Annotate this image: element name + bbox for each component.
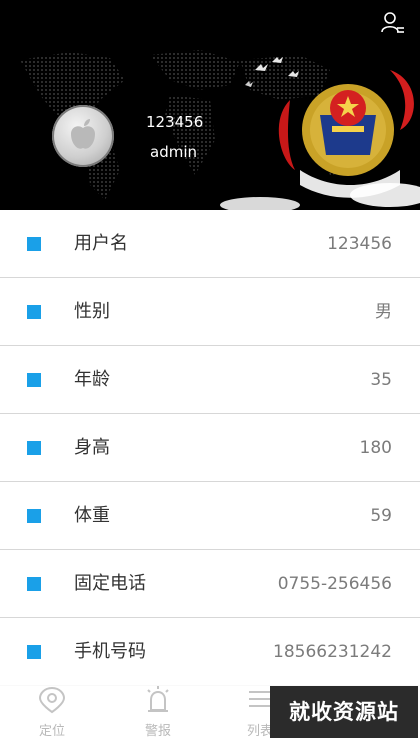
row-value: 35 [370, 370, 392, 390]
bullet-square-icon [27, 645, 41, 659]
watermark-label: 就收资源站 [270, 686, 418, 738]
tab-alarm[interactable]: 警报 [128, 686, 188, 739]
row-label: 体重 [74, 505, 110, 526]
row-label: 固定电话 [74, 573, 146, 594]
row-label: 用户名 [74, 233, 128, 254]
row-value: 18566231242 [273, 642, 392, 662]
list-item-weight[interactable]: 体重 59 [0, 482, 420, 550]
row-value: 男 [375, 302, 392, 322]
tab-locate[interactable]: 定位 [22, 686, 82, 739]
row-label: 身高 [74, 437, 110, 458]
list-item-landline[interactable]: 固定电话 0755-256456 [0, 550, 420, 618]
tab-label: 定位 [38, 724, 65, 739]
list-item-username[interactable]: 用户名 123456 [0, 210, 420, 278]
police-emblem-icon [278, 70, 414, 198]
row-value: 180 [359, 438, 392, 458]
bullet-square-icon [27, 441, 41, 455]
location-pin-icon [38, 686, 66, 714]
list-item-mobile[interactable]: 手机号码 18566231242 [0, 618, 420, 686]
bullet-square-icon [27, 509, 41, 523]
bullet-square-icon [27, 237, 41, 251]
row-value: 59 [370, 506, 392, 526]
list-item-age[interactable]: 年龄 35 [0, 346, 420, 414]
apple-logo-icon [71, 119, 95, 149]
row-value: 0755-256456 [277, 574, 392, 594]
profile-info-list: 用户名 123456 性别 男 年龄 35 身高 180 体重 59 固定电话 … [0, 210, 420, 686]
profile-header: 123456 admin [0, 0, 420, 210]
alarm-light-icon [147, 686, 169, 712]
account-number: 123456 [146, 113, 204, 131]
row-value: 123456 [327, 234, 392, 254]
bullet-square-icon [27, 577, 41, 591]
row-label: 性别 [74, 301, 110, 322]
list-item-gender[interactable]: 性别 男 [0, 278, 420, 346]
list-item-height[interactable]: 身高 180 [0, 414, 420, 482]
user-profile-icon[interactable] [380, 10, 406, 36]
bullet-square-icon [27, 373, 41, 387]
user-name: admin [150, 143, 197, 161]
tab-label: 警报 [144, 724, 171, 739]
avatar[interactable] [52, 105, 114, 167]
bullet-square-icon [27, 305, 41, 319]
row-label: 年龄 [74, 369, 110, 390]
row-label: 手机号码 [74, 641, 146, 662]
